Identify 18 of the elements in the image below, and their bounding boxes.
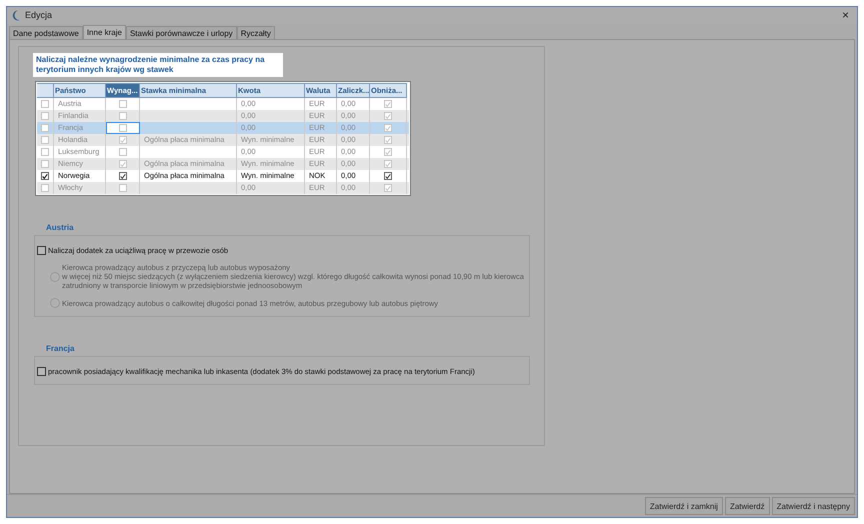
checkbox[interactable] <box>37 367 46 376</box>
tab[interactable]: Inne kraje <box>82 25 126 39</box>
section-title: Francja <box>46 344 76 353</box>
window-title: Edycja <box>25 10 52 20</box>
tab[interactable]: Stawki porównawcze i urlopy <box>126 26 237 39</box>
row-checkbox[interactable] <box>41 172 49 180</box>
crescent-icon <box>11 10 21 20</box>
checkbox[interactable] <box>37 246 46 255</box>
footer-button[interactable]: Zatwierdź i następny <box>772 497 855 515</box>
cell-checkbox[interactable] <box>118 172 126 180</box>
cell-checkbox[interactable] <box>384 172 392 180</box>
tab[interactable]: Ryczałty <box>236 26 275 39</box>
section-title: Austria <box>46 223 75 232</box>
footer-button[interactable]: Zatwierdź <box>724 497 770 515</box>
tab[interactable]: Dane podstawowe <box>9 26 83 39</box>
intro-text: Naliczaj należne wynagrodzenie minimalne za czas pracy na terytorium innych krajów wg stawek <box>33 53 283 77</box>
close-button[interactable]: × <box>838 9 853 21</box>
footer-button[interactable]: Zatwierdź i zamknij <box>644 497 723 515</box>
